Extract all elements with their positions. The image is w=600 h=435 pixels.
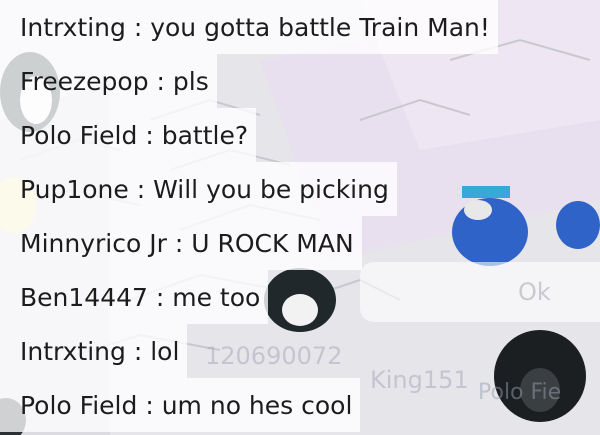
chat-separator: : xyxy=(148,66,173,96)
chat-separator: : xyxy=(128,174,154,204)
chat-separator: : xyxy=(125,336,151,366)
chat-message: Ben14447 : me too xyxy=(0,270,269,324)
chat-message-text: um no hes cool xyxy=(161,390,353,420)
chat-username: Minnyrico Jr xyxy=(20,228,167,258)
chat-message-text: battle? xyxy=(161,120,249,150)
chat-username: Polo Field xyxy=(20,120,138,150)
chat-message: Minnyrico Jr : U ROCK MAN xyxy=(0,216,362,270)
chat-message-text: me too xyxy=(172,282,261,312)
chat-separator: : xyxy=(166,228,192,258)
chat-message-text: you gotta battle Train Man! xyxy=(150,12,490,42)
chat-message: Polo Field : battle? xyxy=(0,108,257,162)
chat-username: Polo Field xyxy=(20,390,138,420)
chat-message-text: Will you be picking xyxy=(153,174,389,204)
chat-username: Freezepop xyxy=(20,66,149,96)
chat-username: Intrxting xyxy=(20,336,126,366)
chat-username: Pup1one xyxy=(20,174,129,204)
chat-separator: : xyxy=(147,282,173,312)
chat-message: Intrxting : lol xyxy=(0,324,188,378)
chat-message: Pup1one : Will you be picking xyxy=(0,162,397,216)
chat-log: Intrxting : you gotta battle Train Man! … xyxy=(0,0,600,435)
chat-separator: : xyxy=(137,390,162,420)
chat-separator: : xyxy=(137,120,162,150)
chat-message: Intrxting : you gotta battle Train Man! xyxy=(0,0,498,54)
chat-message: Freezepop : pls xyxy=(0,54,217,108)
chat-message-text: U ROCK MAN xyxy=(191,228,354,258)
chat-message: Polo Field : um no hes cool xyxy=(0,378,361,432)
chat-username: Ben14447 xyxy=(20,282,148,312)
chat-message-text: lol xyxy=(150,336,180,366)
chat-username: Intrxting xyxy=(20,12,126,42)
chat-separator: : xyxy=(125,12,151,42)
chat-message-text: pls xyxy=(172,66,209,96)
